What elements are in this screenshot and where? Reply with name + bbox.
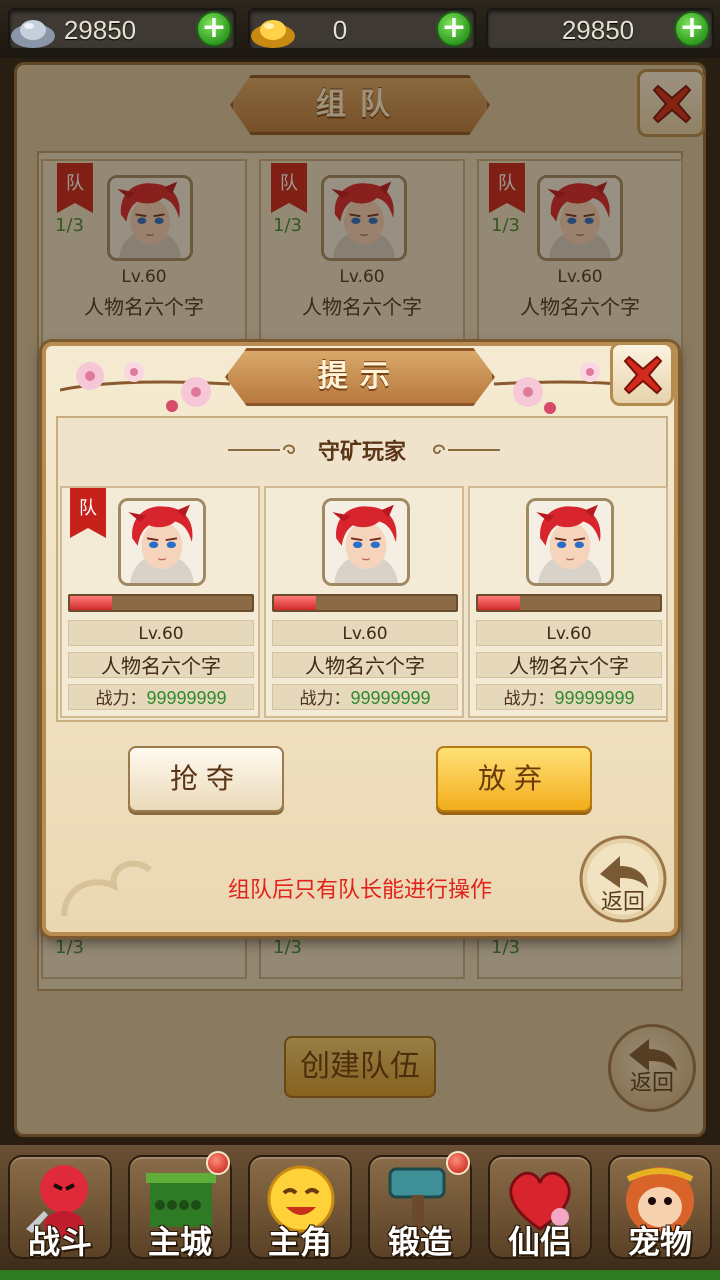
player-level: Lv.60 xyxy=(272,620,458,646)
gold-currency: 0 + xyxy=(248,8,476,50)
dialog-title: 提示 xyxy=(318,359,402,394)
dialog-title-plate: 提示 xyxy=(225,348,495,406)
hp-bar xyxy=(68,594,254,612)
guard-players-panel: 守矿玩家 队 Lv.60 人物名六个字 战力：99999999 Lv.60 人物… xyxy=(56,416,668,722)
gold-amount: 0 xyxy=(332,15,348,45)
nav-label: 主角 xyxy=(267,1223,332,1261)
hp-bar xyxy=(476,594,662,612)
cloud-pattern-icon xyxy=(61,860,152,917)
panel-subtitle: 守矿玩家 xyxy=(317,440,406,465)
cloud-ornament-icon xyxy=(432,444,500,454)
player-power: 战力：99999999 xyxy=(476,684,662,710)
player-name: 人物名六个字 xyxy=(272,652,458,678)
add-stamina-button[interactable]: + xyxy=(674,11,710,47)
back-label: 返回 xyxy=(600,890,645,915)
power-label: 战力： xyxy=(299,689,351,709)
nav-label: 主城 xyxy=(147,1223,212,1261)
stamina-currency: 29850 + xyxy=(486,8,714,50)
nav-main-city[interactable]: 主城 xyxy=(124,1151,236,1271)
player-name: 人物名六个字 xyxy=(476,652,662,678)
player-name: 人物名六个字 xyxy=(68,652,254,678)
hero-portrait xyxy=(526,498,614,586)
nav-companion[interactable]: 仙侣 xyxy=(484,1151,596,1271)
player-power: 战力：99999999 xyxy=(68,684,254,710)
guard-player-card[interactable]: Lv.60 人物名六个字 战力：99999999 xyxy=(468,486,668,718)
currency-bar: 29850 + 0 + 29850 + xyxy=(0,0,720,58)
blossom-decoration-icon xyxy=(60,362,230,412)
bottom-nav: 战斗 主城 主角 锻造 仙侣 宠物 xyxy=(0,1142,720,1280)
notification-dot xyxy=(446,1151,470,1175)
player-level: Lv.60 xyxy=(68,620,254,646)
hp-bar-fill xyxy=(70,596,112,610)
power-label: 战力： xyxy=(95,689,147,709)
dialog-back-button[interactable]: 返回 xyxy=(578,834,668,924)
hp-bar-fill xyxy=(274,596,316,610)
player-power: 战力：99999999 xyxy=(272,684,458,710)
power-value: 99999999 xyxy=(350,688,431,708)
guard-player-card[interactable]: 队 Lv.60 人物名六个字 战力：99999999 xyxy=(60,486,260,718)
stamina-amount: 29850 xyxy=(561,15,635,45)
silver-currency: 29850 + xyxy=(8,8,236,50)
player-level: Lv.60 xyxy=(476,620,662,646)
hero-portrait xyxy=(118,498,206,586)
nav-forge[interactable]: 锻造 xyxy=(364,1151,476,1271)
silver-amount: 29850 xyxy=(63,15,137,45)
prompt-dialog: 提示 守矿玩家 队 Lv.60 人物名六个字 战力：99999999 Lv.60… xyxy=(42,342,678,936)
notification-dot xyxy=(206,1151,230,1175)
hero-portrait xyxy=(322,498,410,586)
nav-label: 战斗 xyxy=(27,1223,92,1261)
nav-battle[interactable]: 战斗 xyxy=(4,1151,116,1271)
grab-button[interactable]: 抢夺 xyxy=(128,746,284,812)
nav-label: 锻造 xyxy=(387,1223,452,1261)
team-leader-flag-icon: 队 xyxy=(70,488,106,538)
progress-strip xyxy=(0,1270,720,1280)
add-gold-button[interactable]: + xyxy=(436,11,472,47)
dialog-close-button[interactable] xyxy=(610,342,674,406)
power-label: 战力： xyxy=(503,689,555,709)
add-silver-button[interactable]: + xyxy=(196,11,232,47)
nav-hero[interactable]: 主角 xyxy=(244,1151,356,1271)
nav-label: 宠物 xyxy=(627,1223,692,1261)
power-value: 99999999 xyxy=(146,688,227,708)
abandon-button[interactable]: 放弃 xyxy=(436,746,592,812)
hp-bar xyxy=(272,594,458,612)
hp-bar-fill xyxy=(478,596,520,610)
nav-pet[interactable]: 宠物 xyxy=(604,1151,716,1271)
guard-player-card[interactable]: Lv.60 人物名六个字 战力：99999999 xyxy=(264,486,464,718)
nav-label: 仙侣 xyxy=(507,1223,572,1261)
close-icon xyxy=(623,355,663,395)
power-value: 99999999 xyxy=(554,688,635,708)
